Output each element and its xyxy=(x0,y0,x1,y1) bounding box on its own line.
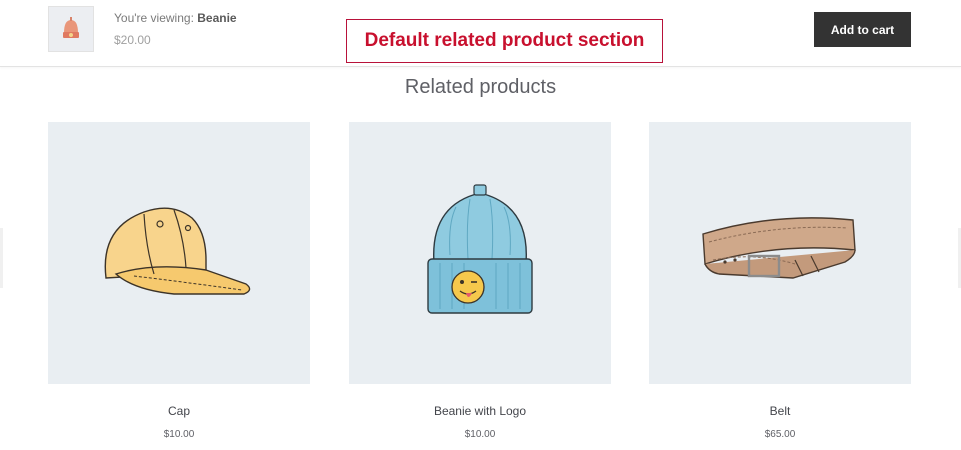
product-name[interactable]: Belt xyxy=(649,404,911,418)
beanie-with-logo-image-icon xyxy=(427,184,533,314)
product-image[interactable] xyxy=(48,122,310,384)
product-price: $10.00 xyxy=(163,429,195,440)
product-card-beanie-with-logo[interactable]: Beanie with Logo $10.00 xyxy=(349,122,611,440)
product-name[interactable]: Cap xyxy=(48,404,310,418)
product-price: $10.00 xyxy=(464,429,496,440)
viewing-text: You're viewing: Beanie xyxy=(114,11,237,25)
product-thumbnail xyxy=(48,6,94,52)
left-edge-marker xyxy=(0,228,3,288)
product-image[interactable] xyxy=(349,122,611,384)
product-price: $65.00 xyxy=(764,429,796,440)
add-to-cart-button[interactable]: Add to cart xyxy=(814,12,911,47)
product-name[interactable]: Beanie with Logo xyxy=(349,404,611,418)
viewing-prefix: You're viewing: xyxy=(114,11,194,25)
product-card-cap[interactable]: Cap $10.00 xyxy=(48,122,310,440)
cap-image-icon xyxy=(104,207,251,295)
related-products-title: Related products xyxy=(404,76,557,98)
annotation-label: Default related product section xyxy=(346,19,663,63)
beanie-thumbnail-icon xyxy=(63,17,79,38)
viewing-product-name: Beanie xyxy=(197,11,237,25)
product-card-belt[interactable]: Belt $65.00 xyxy=(649,122,911,440)
sticky-bar-price: $20.00 xyxy=(114,33,151,47)
belt-image-icon xyxy=(702,217,856,279)
product-image[interactable] xyxy=(649,122,911,384)
